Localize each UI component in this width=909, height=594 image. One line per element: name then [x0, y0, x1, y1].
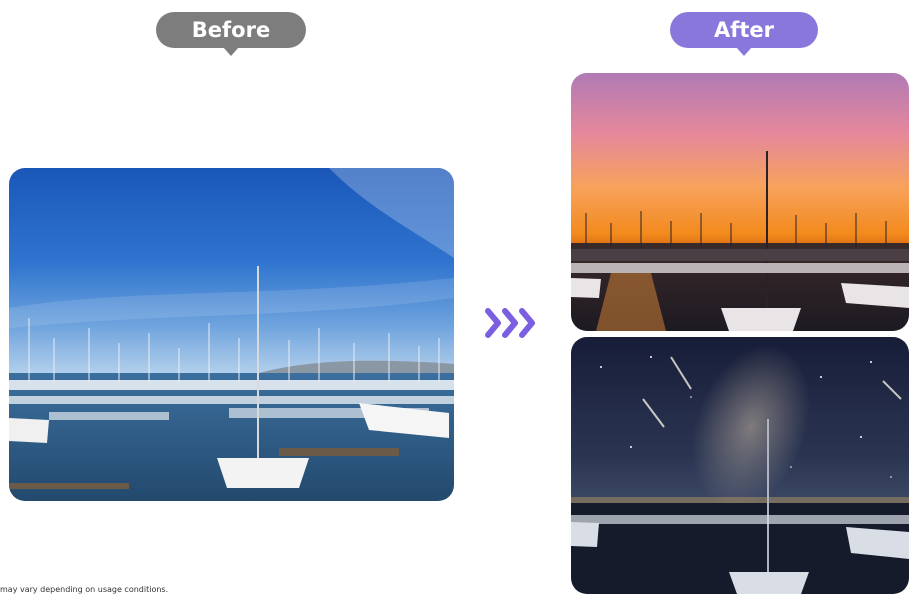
before-photo	[9, 168, 454, 501]
marina-day-image	[9, 168, 454, 501]
before-label-text: Before	[191, 18, 271, 42]
after-label: After	[670, 12, 818, 56]
marina-sunset-image	[571, 73, 909, 331]
after-sunset-photo	[571, 73, 909, 331]
after-label-text: After	[713, 18, 775, 42]
triple-chevron-right-icon	[483, 306, 543, 340]
disclaimer-text: may vary depending on usage conditions.	[0, 585, 169, 594]
after-night-photo	[571, 337, 909, 594]
marina-night-image	[571, 337, 909, 594]
before-label: Before	[156, 12, 306, 56]
